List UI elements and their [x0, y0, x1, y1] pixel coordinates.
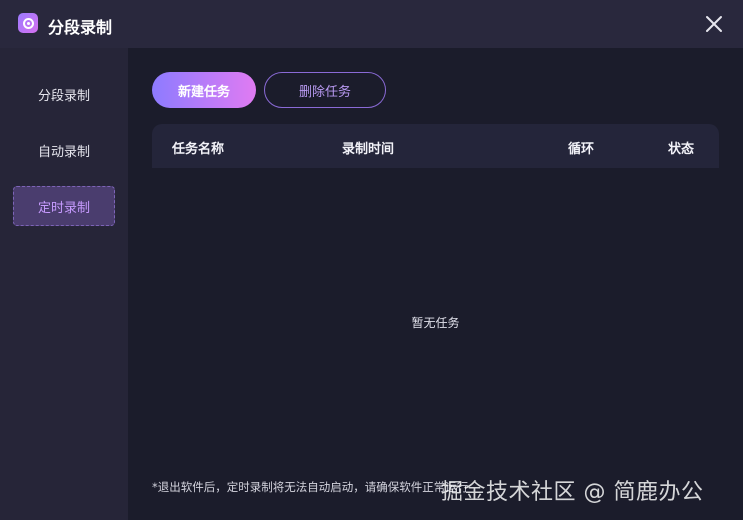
column-header-record-time: 录制时间 [342, 142, 395, 157]
sidebar-item-scheduled-record[interactable]: 定时录制 [13, 186, 115, 226]
sidebar: 分段录制 自动录制 定时录制 [0, 48, 128, 520]
column-header-loop: 循环 [568, 142, 595, 157]
window-title: 分段录制 [48, 18, 113, 37]
watermark-text: 掘金技术社区 @ 简鹿办公 [441, 480, 704, 505]
delete-task-button[interactable]: 删除任务 [264, 72, 386, 108]
task-table-header: 任务名称 录制时间 循环 状态 [152, 124, 719, 168]
new-task-button[interactable]: 新建任务 [152, 72, 256, 108]
notice-text: *退出软件后，定时录制将无法自动启动，请确保软件正常运行 [152, 480, 469, 494]
empty-state-text: 暂无任务 [411, 316, 460, 330]
column-header-task-name: 任务名称 [172, 142, 225, 157]
title-bar: 分段录制 [0, 0, 743, 48]
app-logo-icon [18, 13, 38, 33]
column-header-status: 状态 [668, 142, 695, 157]
sidebar-item-segment-record[interactable]: 分段录制 [13, 74, 115, 114]
close-icon [706, 16, 722, 32]
main-panel: 新建任务 删除任务 任务名称 录制时间 循环 状态 暂无任务 *退出软件后，定时… [128, 48, 743, 520]
close-button[interactable] [700, 10, 728, 38]
sidebar-item-auto-record[interactable]: 自动录制 [13, 130, 115, 170]
